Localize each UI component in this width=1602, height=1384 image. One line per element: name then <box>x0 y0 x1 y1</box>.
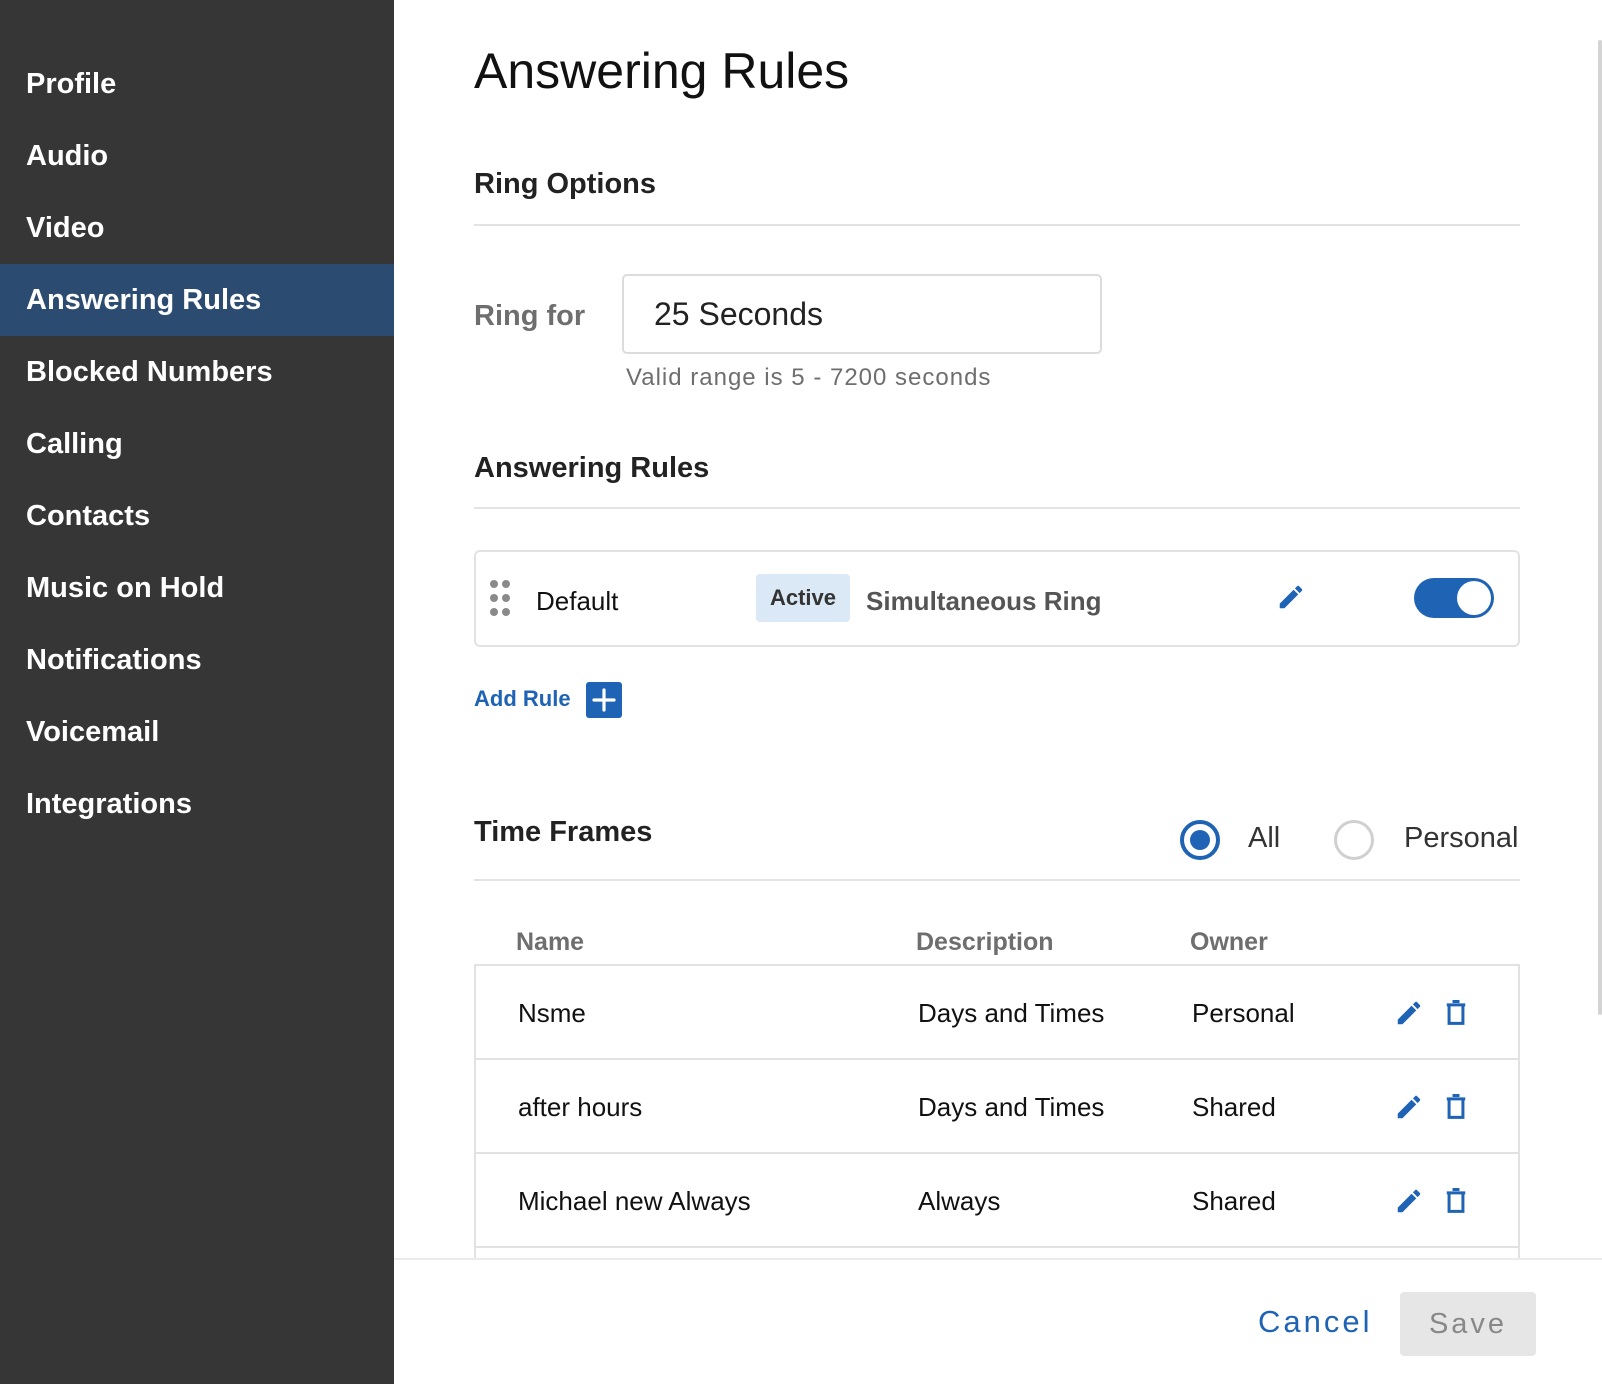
cell-name: Michael new Always <box>518 1186 751 1216</box>
trash-icon[interactable] <box>1442 998 1470 1033</box>
divider <box>474 879 1520 881</box>
pencil-icon[interactable] <box>1394 998 1424 1033</box>
filter-all-label[interactable]: All <box>1248 822 1280 855</box>
sidebar-item-calling[interactable]: Calling <box>0 408 394 480</box>
pencil-icon[interactable] <box>1394 1092 1424 1127</box>
ring-for-hint: Valid range is 5 - 7200 seconds <box>626 364 992 391</box>
table-row[interactable]: Nsme Days and Times Personal <box>476 966 1518 1060</box>
rule-name: Default <box>536 586 619 616</box>
save-button[interactable]: Save <box>1400 1292 1536 1356</box>
footer-bar: Cancel Save <box>394 1258 1602 1384</box>
trash-icon[interactable] <box>1442 1092 1470 1127</box>
sidebar: Profile Audio Video Answering Rules Bloc… <box>0 0 394 1384</box>
sidebar-item-music-on-hold[interactable]: Music on Hold <box>0 552 394 624</box>
answering-rules-title: Answering Rules <box>474 452 710 484</box>
divider <box>474 507 1520 509</box>
filter-personal-radio[interactable] <box>1334 820 1374 860</box>
ring-options-title: Ring Options <box>474 168 657 200</box>
scrollbar[interactable] <box>1598 40 1602 1015</box>
sidebar-item-blocked-numbers[interactable]: Blocked Numbers <box>0 336 394 408</box>
sidebar-item-video[interactable]: Video <box>0 192 394 264</box>
time-frames-table: Nsme Days and Times Personal after hours… <box>474 964 1520 1264</box>
filter-all-radio[interactable] <box>1180 820 1220 860</box>
divider <box>474 224 1520 226</box>
cell-owner: Shared <box>1192 1092 1276 1122</box>
column-header-description: Description <box>916 928 1054 956</box>
main-panel: Answering Rules Ring Options Ring for Va… <box>394 0 1602 1384</box>
cell-description: Days and Times <box>918 1092 1105 1122</box>
table-row[interactable]: Michael new Always Always Shared <box>476 1154 1518 1248</box>
column-header-owner: Owner <box>1190 928 1268 956</box>
ring-for-label: Ring for <box>474 300 586 332</box>
filter-personal-label[interactable]: Personal <box>1404 822 1518 855</box>
rule-enabled-toggle[interactable] <box>1414 578 1494 618</box>
rule-card-default[interactable]: Default Active Simultaneous Ring <box>474 550 1520 647</box>
pencil-icon[interactable] <box>1394 1186 1424 1221</box>
cell-owner: Shared <box>1192 1186 1276 1216</box>
cell-name: Nsme <box>518 998 586 1028</box>
cancel-button[interactable]: Cancel <box>1258 1304 1373 1340</box>
sidebar-item-audio[interactable]: Audio <box>0 120 394 192</box>
cell-owner: Personal <box>1192 998 1295 1028</box>
sidebar-item-voicemail[interactable]: Voicemail <box>0 696 394 768</box>
ring-for-input[interactable] <box>622 274 1102 354</box>
add-rule-link[interactable]: Add Rule <box>474 686 571 712</box>
cell-name: after hours <box>518 1092 643 1122</box>
table-row[interactable]: after hours Days and Times Shared <box>476 1060 1518 1154</box>
pencil-icon[interactable] <box>1276 582 1306 617</box>
rule-type: Simultaneous Ring <box>866 586 1102 616</box>
status-badge: Active <box>756 574 850 622</box>
column-header-name: Name <box>516 928 585 956</box>
sidebar-item-answering-rules[interactable]: Answering Rules <box>0 264 394 336</box>
sidebar-item-notifications[interactable]: Notifications <box>0 624 394 696</box>
cell-description: Days and Times <box>918 998 1105 1028</box>
sidebar-item-profile[interactable]: Profile <box>0 48 394 120</box>
trash-icon[interactable] <box>1442 1186 1470 1221</box>
sidebar-item-integrations[interactable]: Integrations <box>0 768 394 840</box>
sidebar-item-contacts[interactable]: Contacts <box>0 480 394 552</box>
page-title: Answering Rules <box>474 43 850 99</box>
time-frames-title: Time Frames <box>474 816 653 848</box>
cell-description: Always <box>918 1186 1001 1216</box>
drag-handle-icon[interactable] <box>490 580 512 616</box>
plus-icon[interactable] <box>586 682 622 718</box>
